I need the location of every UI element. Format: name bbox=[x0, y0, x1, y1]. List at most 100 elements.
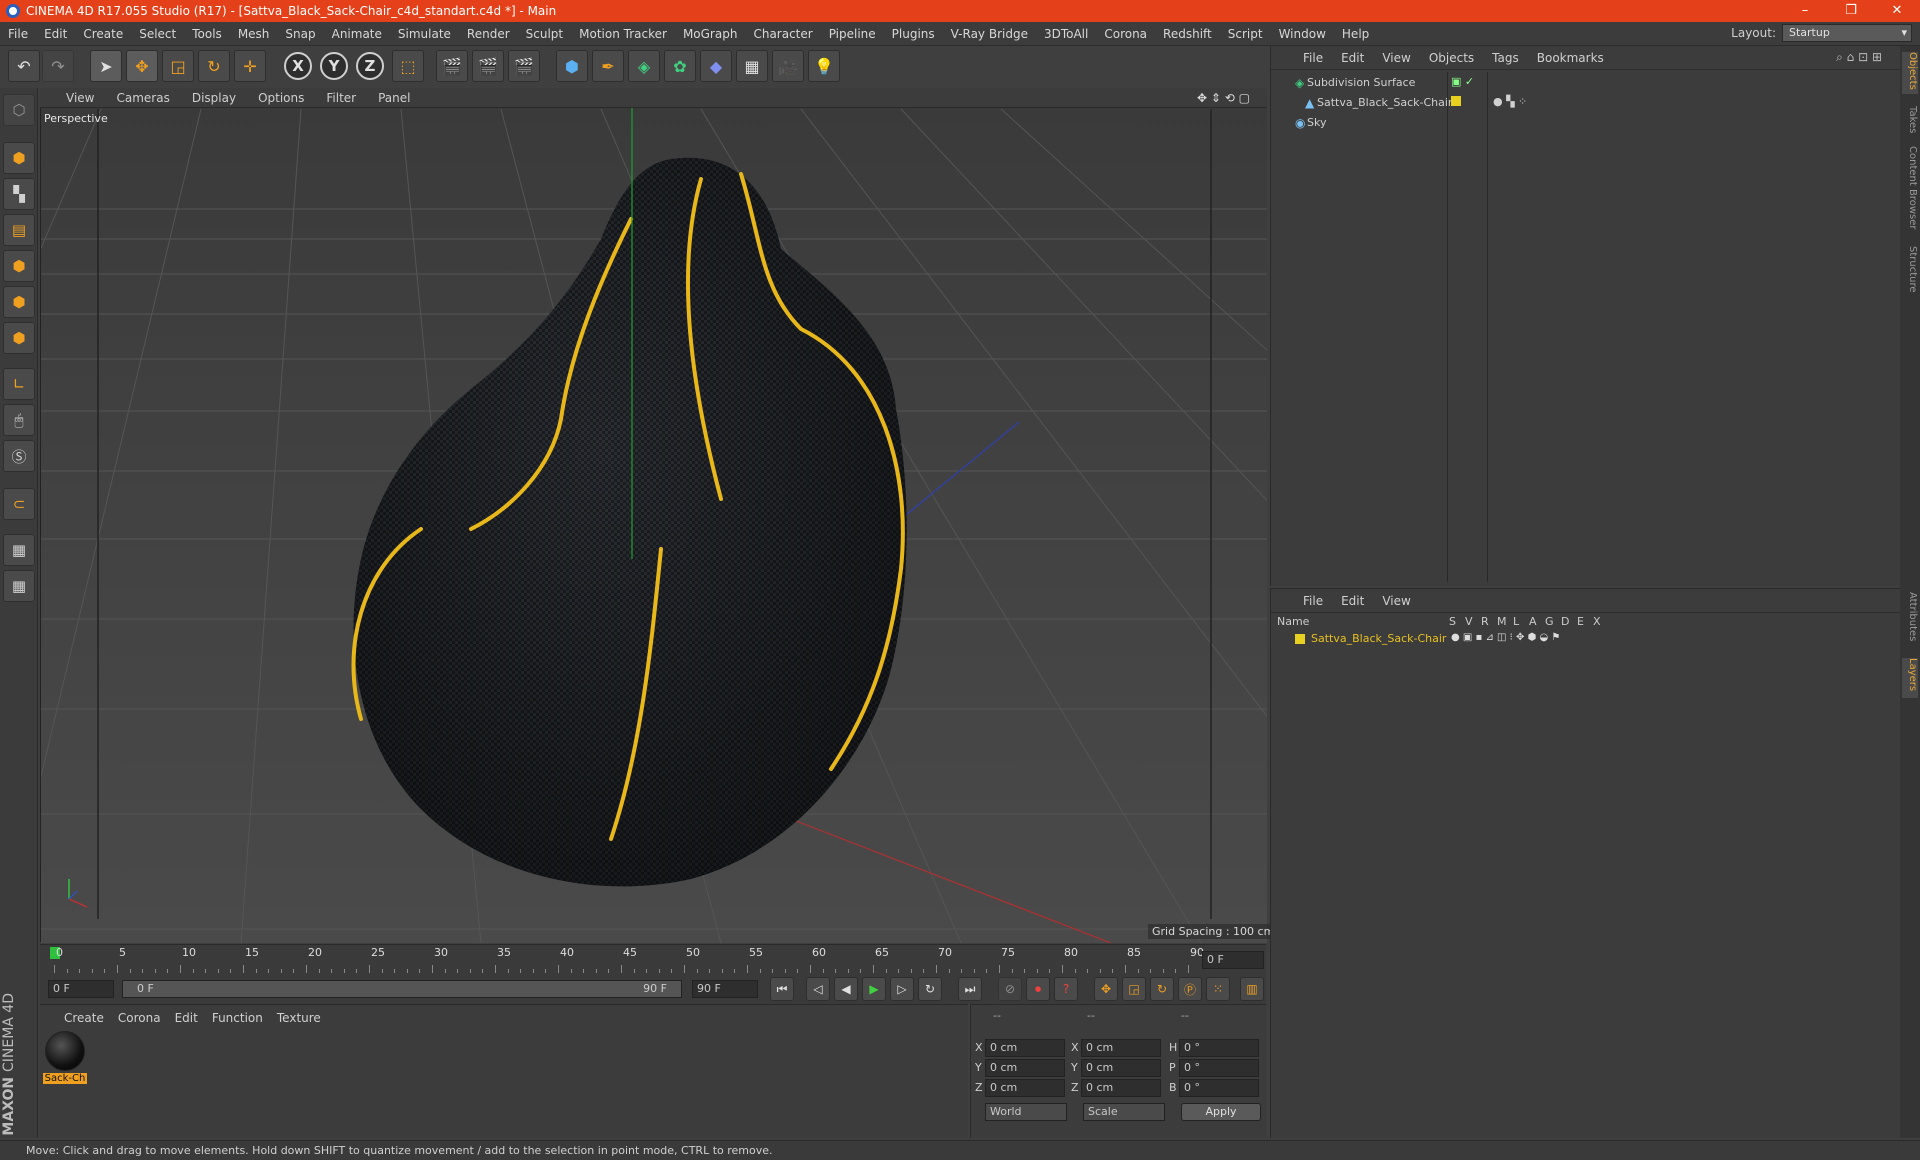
viewport-menu-view[interactable]: View bbox=[54, 91, 104, 105]
menu-edit[interactable]: Edit bbox=[36, 27, 75, 41]
add-deformer-button[interactable]: ◆ bbox=[700, 50, 732, 82]
material-menu-texture[interactable]: Texture bbox=[277, 1011, 335, 1025]
minimize-button[interactable]: – bbox=[1782, 0, 1828, 22]
layer-color-swatch[interactable] bbox=[1295, 634, 1305, 644]
axis-mode-button[interactable]: ∟ bbox=[3, 368, 35, 400]
key-parameter-button[interactable]: Ⓟ bbox=[1178, 977, 1202, 1001]
viewport-menu-options[interactable]: Options bbox=[246, 91, 314, 105]
menu-motion-tracker[interactable]: Motion Tracker bbox=[571, 27, 675, 41]
menu-mesh[interactable]: Mesh bbox=[230, 27, 278, 41]
object-row-sack-chair[interactable]: ▲ Sattva_Black_Sack-Chair ● ▚ ⁘ bbox=[1271, 94, 1901, 112]
menu-select[interactable]: Select bbox=[131, 27, 184, 41]
material-menu-corona[interactable]: Corona bbox=[118, 1011, 175, 1025]
z-axis-button[interactable]: Z bbox=[356, 52, 384, 80]
material-tag-icon[interactable]: ● ▚ ⁘ bbox=[1493, 95, 1527, 108]
position-y-field[interactable]: 0 cm bbox=[985, 1059, 1065, 1077]
layer-menu-file[interactable]: File bbox=[1295, 594, 1333, 608]
workplane-mode-button[interactable]: ▤ bbox=[3, 214, 35, 246]
material-menu-edit[interactable]: Edit bbox=[175, 1011, 212, 1025]
menu-window[interactable]: Window bbox=[1271, 27, 1334, 41]
menu-help[interactable]: Help bbox=[1334, 27, 1377, 41]
apply-button[interactable]: Apply bbox=[1181, 1103, 1261, 1121]
make-editable-button[interactable]: ⬡ bbox=[3, 94, 35, 126]
add-camera-button[interactable]: 🎥 bbox=[772, 50, 804, 82]
material-swatch[interactable]: Sack-Ch bbox=[43, 1029, 87, 1085]
maximize-button[interactable]: ❐ bbox=[1828, 0, 1874, 22]
y-axis-button[interactable]: Y bbox=[320, 52, 348, 80]
keyframe-button[interactable]: ⊘ bbox=[998, 977, 1022, 1001]
tab-content-browser[interactable]: Content Browser bbox=[1902, 146, 1918, 236]
next-key-button[interactable]: ↻ bbox=[918, 977, 942, 1001]
add-floor-button[interactable]: ▦ bbox=[736, 50, 768, 82]
menu-snap[interactable]: Snap bbox=[277, 27, 323, 41]
end-frame-field[interactable]: 90 F bbox=[692, 980, 758, 998]
object-menu-view[interactable]: View bbox=[1374, 51, 1420, 65]
live-selection-button[interactable]: ✛ bbox=[234, 50, 266, 82]
material-menu-create[interactable]: Create bbox=[64, 1011, 118, 1025]
go-to-start-button[interactable]: ⏮ bbox=[770, 977, 794, 1001]
viewport-menu-filter[interactable]: Filter bbox=[314, 91, 366, 105]
rotation-h-field[interactable]: 0 ° bbox=[1179, 1039, 1259, 1057]
previous-frame-button[interactable]: ◀ bbox=[834, 977, 858, 1001]
menu-sculpt[interactable]: Sculpt bbox=[518, 27, 571, 41]
tab-attributes[interactable]: Attributes bbox=[1902, 592, 1918, 652]
menu-character[interactable]: Character bbox=[745, 27, 820, 41]
menu-create[interactable]: Create bbox=[75, 27, 131, 41]
perspective-viewport[interactable] bbox=[40, 88, 1267, 943]
workplane-lock-button[interactable]: ▦ bbox=[3, 534, 35, 566]
layer-row[interactable]: Sattva_Black_Sack-Chair ● ▣ ▪ ⊿ ◫ ⁝ ✥ ⬢ … bbox=[1271, 631, 1901, 647]
scale-tool-button[interactable]: ◲ bbox=[162, 50, 194, 82]
world-select[interactable]: World bbox=[985, 1103, 1067, 1121]
menu-tools[interactable]: Tools bbox=[184, 27, 230, 41]
size-y-field[interactable]: 0 cm bbox=[1081, 1059, 1161, 1077]
key-scale-button[interactable]: ◲ bbox=[1122, 977, 1146, 1001]
current-frame-field[interactable]: 0 F bbox=[1202, 951, 1264, 969]
size-x-field[interactable]: 0 cm bbox=[1081, 1039, 1161, 1057]
snap-button[interactable]: ⊂ bbox=[3, 488, 35, 520]
rotation-p-field[interactable]: 0 ° bbox=[1179, 1059, 1259, 1077]
viewport-canvas[interactable] bbox=[41, 89, 1267, 943]
scale-select[interactable]: Scale bbox=[1083, 1103, 1165, 1121]
object-menu-bookmarks[interactable]: Bookmarks bbox=[1529, 51, 1614, 65]
tab-objects[interactable]: Objects bbox=[1902, 52, 1918, 94]
menu-file[interactable]: File bbox=[0, 27, 36, 41]
menu-3dtoall[interactable]: 3DToAll bbox=[1036, 27, 1096, 41]
menu-animate[interactable]: Animate bbox=[324, 27, 390, 41]
layer-menu-view[interactable]: View bbox=[1374, 594, 1420, 608]
add-cube-button[interactable]: ⬢ bbox=[556, 50, 588, 82]
menu-mograph[interactable]: MoGraph bbox=[675, 27, 746, 41]
polygons-mode-button[interactable]: ⬢ bbox=[3, 322, 35, 354]
rotation-b-field[interactable]: 0 ° bbox=[1179, 1079, 1259, 1097]
menu-redshift[interactable]: Redshift bbox=[1155, 27, 1220, 41]
move-tool-button[interactable]: ✥ bbox=[126, 50, 158, 82]
object-menu-tags[interactable]: Tags bbox=[1484, 51, 1529, 65]
object-row-subdivision[interactable]: ◈ Subdivision Surface ▣ ✓ bbox=[1271, 74, 1901, 92]
menu-pipeline[interactable]: Pipeline bbox=[821, 27, 884, 41]
layout-select[interactable]: Startup bbox=[1782, 24, 1912, 42]
workplane-align-button[interactable]: ▦ bbox=[3, 570, 35, 602]
x-axis-button[interactable]: X bbox=[284, 52, 312, 80]
key-position-button[interactable]: ✥ bbox=[1094, 977, 1118, 1001]
undo-button[interactable]: ↶ bbox=[8, 50, 40, 82]
next-frame-button[interactable]: ▷ bbox=[890, 977, 914, 1001]
redo-button[interactable]: ↷ bbox=[42, 50, 74, 82]
position-z-field[interactable]: 0 cm bbox=[985, 1079, 1065, 1097]
add-light-button[interactable]: 💡 bbox=[808, 50, 840, 82]
rotate-tool-button[interactable]: ↻ bbox=[198, 50, 230, 82]
start-frame-field[interactable]: 0 F bbox=[48, 980, 114, 998]
object-row-sky[interactable]: ◉ Sky bbox=[1271, 114, 1901, 132]
menu-vray-bridge[interactable]: V-Ray Bridge bbox=[943, 27, 1036, 41]
key-pla-button[interactable]: ⁙ bbox=[1206, 977, 1230, 1001]
coordinate-system-button[interactable]: ⬚ bbox=[392, 50, 424, 82]
viewport-nav-icons[interactable]: ✥ ⇕ ⟲ ▢ bbox=[1185, 91, 1260, 105]
menu-render[interactable]: Render bbox=[459, 27, 518, 41]
points-mode-button[interactable]: ⬢ bbox=[3, 250, 35, 282]
object-menu-objects[interactable]: Objects bbox=[1421, 51, 1484, 65]
timeline-window-button[interactable]: ▥ bbox=[1240, 977, 1264, 1001]
object-manager-tools[interactable]: ⌕ ⌂ ⊡ ⊞ bbox=[1828, 50, 1892, 65]
autokey-button[interactable]: ? bbox=[1054, 977, 1078, 1001]
layer-color-swatch[interactable] bbox=[1451, 96, 1461, 106]
edges-mode-button[interactable]: ⬢ bbox=[3, 286, 35, 318]
viewport-menu-display[interactable]: Display bbox=[180, 91, 246, 105]
render-settings-button[interactable]: 🎬 bbox=[508, 50, 540, 82]
